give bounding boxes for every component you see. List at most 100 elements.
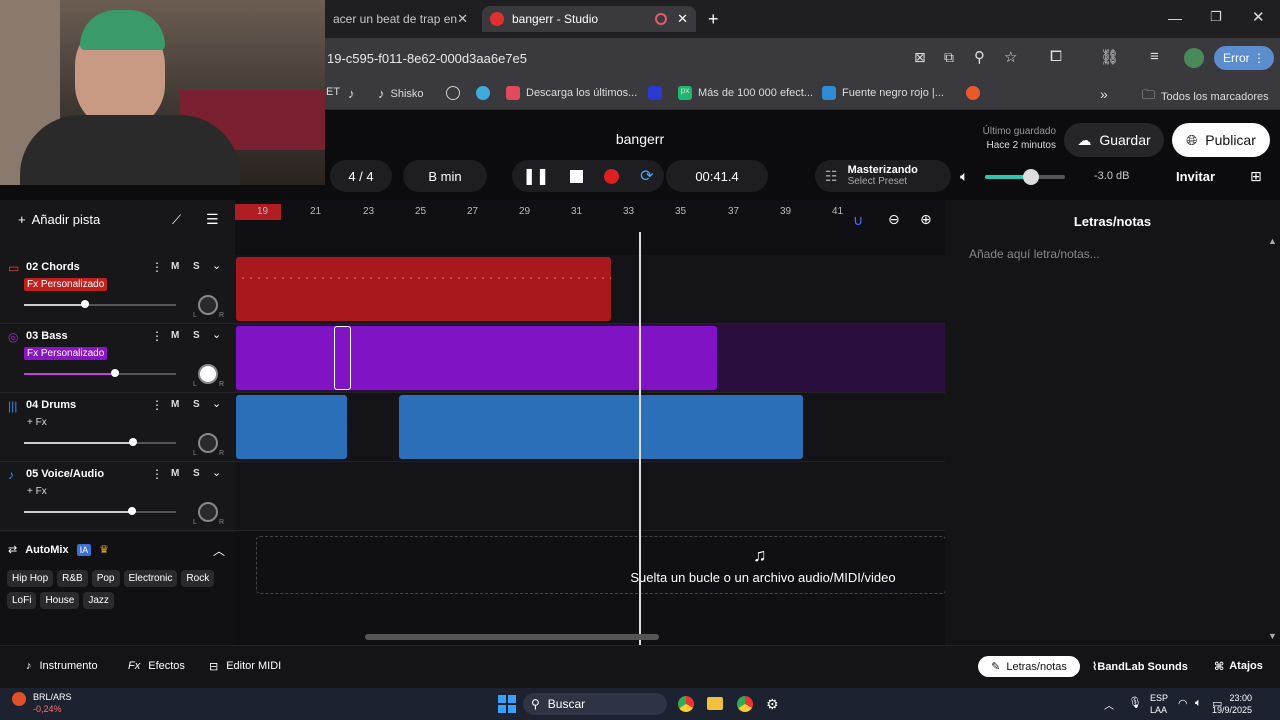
clip-selection[interactable] — [334, 326, 351, 390]
bookmark-item[interactable]: Fuente negro rojo |... — [822, 86, 944, 100]
effects-tab[interactable]: Fx Efectos — [128, 660, 185, 672]
taskbar-search[interactable]: ⚲ Buscar — [523, 693, 667, 715]
loop-icon[interactable]: ⟳ — [640, 166, 653, 186]
windows-start-icon[interactable] — [498, 695, 516, 713]
camera-off-icon[interactable]: ⊠ — [914, 49, 926, 66]
pan-knob[interactable] — [198, 295, 218, 315]
chrome-icon[interactable] — [678, 696, 694, 712]
automation-icon[interactable]: ⟋ — [172, 212, 181, 228]
playhead[interactable] — [639, 232, 641, 645]
restore-icon[interactable]: ❐ — [1210, 9, 1222, 25]
gift-icon[interactable]: ⊞ — [1250, 168, 1262, 185]
minimize-icon[interactable]: — — [1168, 10, 1182, 26]
profile-error-button[interactable]: Error ⋮ — [1214, 46, 1274, 70]
instrument-tab[interactable]: ♪ Instrumento — [26, 660, 98, 672]
bandlab-sounds-tab[interactable]: ⌇BandLab Sounds — [1092, 660, 1188, 673]
ticker-label[interactable]: BRL/ARS — [33, 692, 72, 702]
volume-slider[interactable] — [24, 511, 176, 513]
mute-button[interactable]: M — [171, 261, 179, 272]
track-header[interactable]: ♪ 05 Voice/Audio ⋮ M S ⌄ + Fx L R — [0, 462, 235, 531]
genre-chip[interactable]: Electronic — [123, 570, 178, 587]
language-top[interactable]: ESP — [1150, 693, 1168, 703]
time-signature[interactable]: 4 / 4 — [330, 160, 392, 192]
drop-zone[interactable] — [256, 536, 946, 594]
pan-knob[interactable] — [198, 433, 218, 453]
publish-button[interactable]: 🌐︎ Publicar — [1172, 123, 1270, 157]
more-icon[interactable]: ⋮ — [151, 467, 163, 481]
zoom-in-icon[interactable]: ⊕ — [920, 211, 932, 228]
language-bottom[interactable]: LAA — [1150, 705, 1167, 715]
fx-button[interactable]: + Fx — [24, 416, 50, 429]
genre-chip[interactable]: Jazz — [83, 592, 114, 609]
mute-button[interactable]: M — [171, 330, 179, 341]
invite-button[interactable]: Invitar — [1176, 169, 1215, 184]
track-name[interactable]: 04 Drums — [26, 399, 76, 411]
lane-voice[interactable] — [235, 462, 945, 531]
speaker-icon[interactable]: 🔈︎ — [960, 168, 968, 185]
url-text[interactable]: 19-c595-f011-8e62-000d3aa6e7e5 — [327, 51, 527, 66]
window-close-icon[interactable]: ✕ — [1252, 8, 1265, 26]
mixer-icon[interactable]: ☰ — [206, 211, 219, 228]
zoom-icon[interactable]: ⚲ — [974, 48, 985, 66]
more-icon[interactable]: ⋮ — [151, 398, 163, 412]
star-icon[interactable]: ☆ — [1004, 48, 1017, 66]
clock-time[interactable]: 23:00 — [1212, 693, 1252, 703]
bookmark-item[interactable]: ♪ Shisko — [378, 86, 424, 101]
new-tab-icon[interactable]: + — [708, 9, 719, 30]
zoom-out-icon[interactable]: ⊖ — [888, 211, 900, 228]
avatar[interactable] — [1184, 48, 1204, 68]
microphone-icon[interactable]: 🎙︎ — [1128, 696, 1142, 709]
midi-clip[interactable] — [236, 326, 717, 390]
volume-slider[interactable] — [24, 442, 176, 444]
key-selector[interactable]: B min — [403, 160, 487, 192]
more-icon[interactable]: ⋮ — [151, 329, 163, 343]
bookmark-icon[interactable] — [648, 86, 662, 100]
volume-slider-handle[interactable] — [1023, 169, 1039, 185]
pan-knob[interactable] — [198, 502, 218, 522]
midi-editor-tab[interactable]: ⊟ Editor MIDI — [209, 660, 281, 673]
chrome-icon[interactable] — [737, 696, 753, 712]
bookmark-icon[interactable] — [966, 86, 980, 100]
save-button[interactable]: ☁ Guardar — [1064, 123, 1164, 157]
volume-slider-handle[interactable] — [129, 438, 137, 446]
fx-button[interactable]: + Fx — [24, 485, 50, 498]
shortcuts-tab[interactable]: ⌘ Atajos — [1214, 660, 1263, 673]
add-track-button[interactable]: + Añadir pista — [18, 212, 100, 227]
genre-chip[interactable]: R&B — [57, 570, 88, 587]
bookmark-item[interactable]: px Más de 100 000 efect... — [678, 86, 813, 100]
media-icon[interactable]: ≡ — [1150, 48, 1159, 65]
genre-chip[interactable]: Pop — [91, 570, 120, 587]
genre-chip[interactable]: House — [40, 592, 80, 609]
clock-date[interactable]: 19/9/2025 — [1206, 705, 1252, 715]
browser-tab-active[interactable]: bangerr - Studio ✕ — [482, 6, 696, 32]
automix-header[interactable]: ⇄ AutoMix IA ♛ — [8, 543, 109, 556]
midi-clip[interactable] — [236, 257, 611, 321]
pause-icon[interactable]: ❚❚ — [522, 166, 549, 186]
close-icon[interactable]: ✕ — [677, 11, 688, 27]
more-icon[interactable]: ⋮ — [151, 260, 163, 274]
pan-knob[interactable] — [198, 364, 218, 384]
genre-chip[interactable]: Hip Hop — [7, 570, 54, 587]
magnet-icon[interactable]: ∪ — [853, 212, 863, 229]
mute-button[interactable]: M — [171, 468, 179, 479]
track-name[interactable]: 05 Voice/Audio — [26, 468, 104, 480]
track-header[interactable]: ||| 04 Drums ⋮ M S ⌄ + Fx L R — [0, 393, 235, 462]
genre-chip[interactable]: LoFi — [7, 592, 37, 609]
track-name[interactable]: 02 Chords — [26, 261, 80, 273]
link-icon[interactable]: ⛓ — [1100, 48, 1119, 66]
canva-icon[interactable] — [476, 86, 490, 100]
browser-tab-inactive[interactable]: acer un beat de trap en ✕ — [325, 6, 475, 32]
volume-slider[interactable] — [24, 373, 176, 375]
project-title[interactable]: bangerr — [596, 131, 684, 147]
fx-button[interactable]: Fx Personalizado — [24, 278, 108, 291]
openai-icon[interactable] — [446, 86, 460, 100]
chevron-down-icon[interactable]: ⌄ — [212, 328, 221, 341]
fx-button[interactable]: Fx Personalizado — [24, 347, 108, 360]
genre-chip[interactable]: Rock — [181, 570, 215, 587]
drum-clip[interactable] — [236, 395, 347, 459]
folder-icon[interactable] — [707, 697, 723, 710]
bookmark-item[interactable]: ET — [326, 86, 340, 98]
volume-slider-handle[interactable] — [81, 300, 89, 308]
scroll-down-icon[interactable]: ▼ — [1268, 631, 1277, 641]
install-icon[interactable]: ⧉ — [944, 49, 954, 66]
